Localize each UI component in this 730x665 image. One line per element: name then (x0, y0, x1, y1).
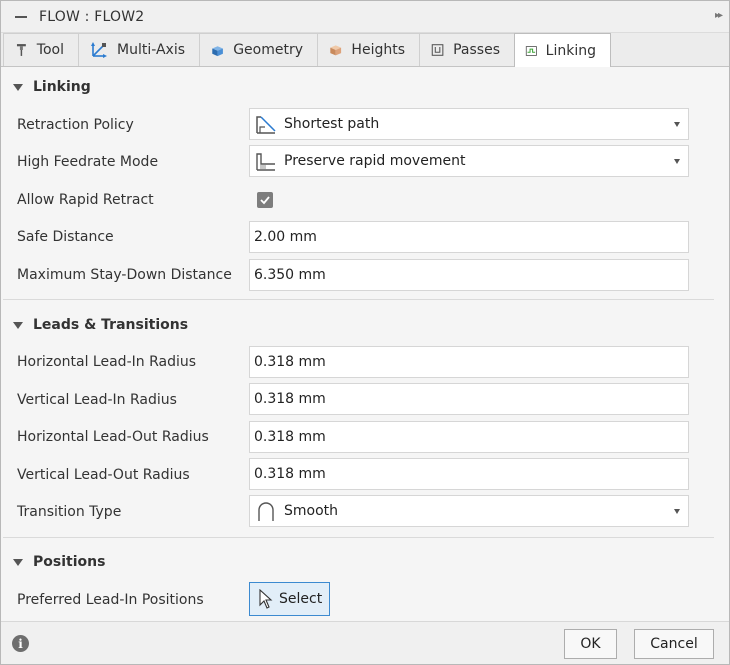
passes-icon (431, 44, 444, 56)
heights-icon (330, 45, 342, 56)
geometry-icon (212, 46, 223, 57)
v-lead-in-label: Vertical Lead-In Radius (17, 392, 177, 408)
rapid-movement-icon (256, 153, 275, 171)
shortest-path-icon (256, 116, 276, 134)
linking-icon (525, 45, 537, 56)
h-lead-in-label: Horizontal Lead-In Radius (17, 354, 197, 370)
tab-geometry[interactable]: Geometry (199, 33, 318, 66)
chevron-down-icon (674, 122, 680, 127)
transition-type-label: Transition Type (17, 504, 122, 520)
select-value: Smooth (284, 503, 339, 519)
chevron-down-icon (674, 159, 680, 164)
tab-label: Passes (453, 42, 500, 58)
checkmark-icon (260, 196, 270, 205)
smooth-transition-icon (258, 502, 274, 521)
pointer-cursor-icon (259, 589, 273, 609)
section-divider (3, 299, 714, 300)
tab-tool[interactable]: Tool (3, 33, 79, 66)
tab-label: Tool (36, 42, 64, 58)
title-bar: FLOW : FLOW2 ▸▸ (1, 1, 729, 33)
v-lead-out-label: Vertical Lead-Out Radius (17, 467, 190, 483)
select-value: Preserve rapid movement (284, 153, 466, 169)
preferred-lead-in-label: Preferred Lead-In Positions (17, 592, 204, 608)
v-lead-out-input[interactable]: 0.318 mm (249, 458, 689, 490)
safe-distance-label: Safe Distance (17, 229, 114, 245)
section-title: Leads & Transitions (33, 317, 189, 333)
tab-label: Heights (351, 42, 405, 58)
tab-multi-axis[interactable]: Multi-Axis (78, 33, 200, 66)
section-positions-header[interactable]: Positions (13, 554, 105, 570)
h-lead-in-input[interactable]: 0.318 mm (249, 346, 689, 378)
max-stay-down-input[interactable]: 6.350 mm (249, 259, 689, 291)
chevron-down-icon (674, 509, 680, 514)
select-positions-button[interactable]: Select (249, 582, 330, 616)
collapse-triangle-icon (13, 558, 23, 566)
h-lead-out-label: Horizontal Lead-Out Radius (17, 429, 209, 445)
linking-panel: Linking Retraction Policy Shortest path … (1, 67, 729, 621)
h-lead-out-input[interactable]: 0.318 mm (249, 421, 689, 453)
tab-label: Linking (545, 42, 596, 59)
high-feedrate-mode-select[interactable]: Preserve rapid movement (249, 145, 689, 177)
flow-dialog: FLOW : FLOW2 ▸▸ Tool Multi-Axis Geometry… (0, 0, 730, 665)
tool-icon (16, 44, 26, 56)
tab-bar: Tool Multi-Axis Geometry Heights Passes … (1, 33, 729, 67)
cancel-button[interactable]: Cancel (634, 629, 714, 659)
collapse-icon[interactable] (15, 15, 27, 18)
button-label: Select (279, 591, 323, 607)
info-icon[interactable]: i (12, 635, 29, 652)
section-divider (3, 537, 714, 538)
dialog-footer: i OK Cancel (1, 621, 729, 664)
transition-type-select[interactable]: Smooth (249, 495, 689, 527)
retraction-policy-select[interactable]: Shortest path (249, 108, 689, 140)
expand-panel-icon[interactable]: ▸▸ (715, 10, 723, 21)
section-title: Linking (33, 79, 91, 95)
section-title: Positions (33, 554, 106, 570)
v-lead-in-input[interactable]: 0.318 mm (249, 383, 689, 415)
max-stay-down-label: Maximum Stay-Down Distance (17, 267, 232, 283)
select-value: Shortest path (284, 116, 380, 132)
tab-label: Multi-Axis (117, 42, 186, 58)
tab-passes[interactable]: Passes (419, 33, 515, 66)
dialog-title: FLOW : FLOW2 (39, 8, 145, 25)
tab-label: Geometry (233, 42, 303, 58)
section-leads-header[interactable]: Leads & Transitions (13, 317, 188, 333)
allow-rapid-retract-checkbox[interactable] (257, 192, 273, 208)
tab-linking[interactable]: Linking (514, 33, 611, 67)
collapse-triangle-icon (13, 83, 23, 91)
ok-button[interactable]: OK (564, 629, 617, 659)
collapse-triangle-icon (13, 321, 23, 329)
high-feedrate-mode-label: High Feedrate Mode (17, 154, 159, 170)
allow-rapid-retract-label: Allow Rapid Retract (17, 192, 154, 208)
tab-heights[interactable]: Heights (317, 33, 420, 66)
section-linking-header[interactable]: Linking (13, 79, 91, 95)
multi-axis-icon (91, 42, 107, 58)
safe-distance-input[interactable]: 2.00 mm (249, 221, 689, 253)
retraction-policy-label: Retraction Policy (17, 117, 134, 133)
